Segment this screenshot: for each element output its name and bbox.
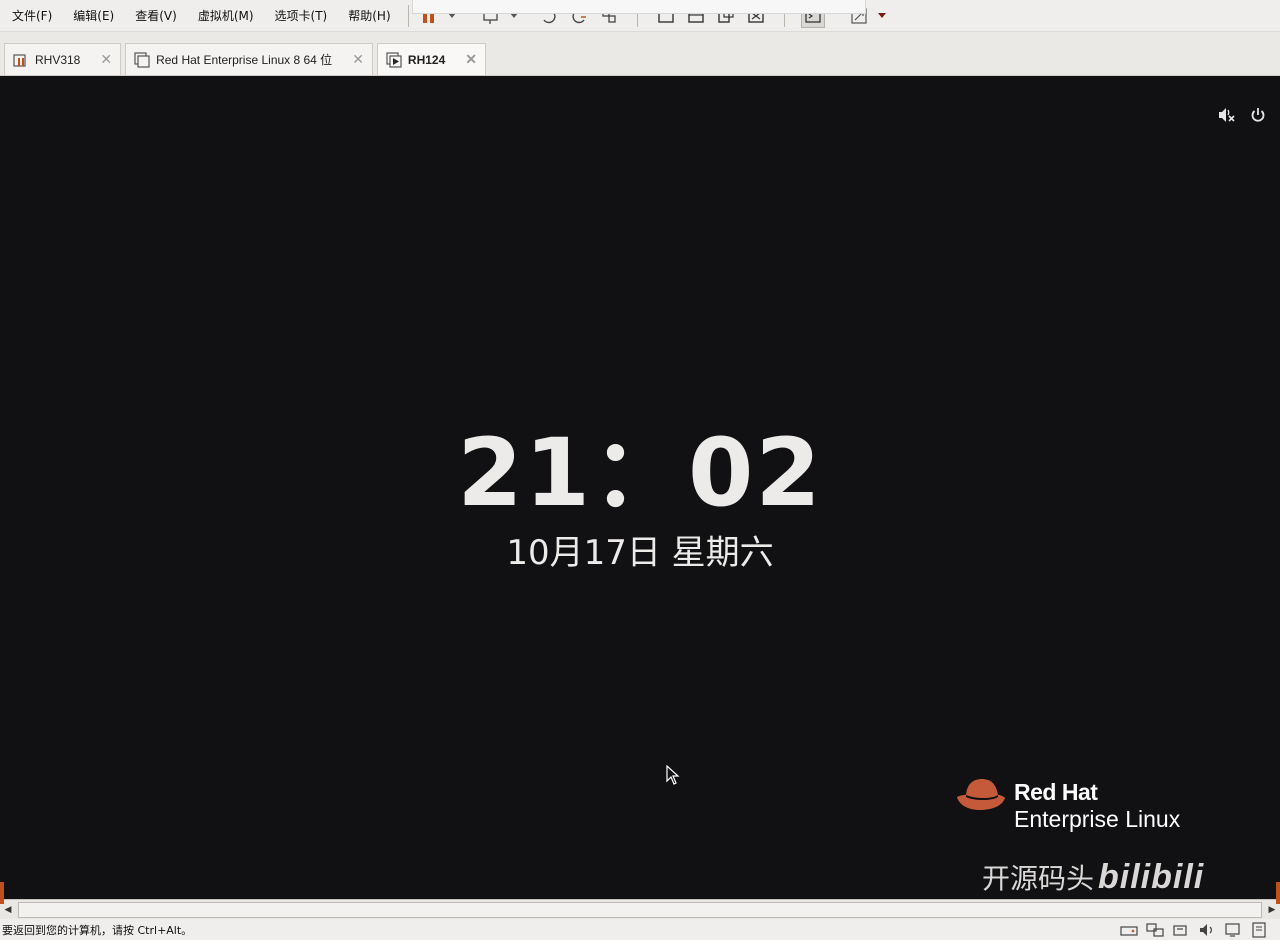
system-tray	[1218, 107, 1266, 123]
close-icon[interactable]: ✕	[352, 51, 364, 68]
tab-label: RH124	[407, 52, 446, 67]
tabbar-spacer	[0, 32, 1280, 40]
window-edge-marker	[0, 882, 4, 904]
watermark-text: 开源码头	[982, 862, 1095, 895]
vm-running-icon	[386, 51, 402, 68]
vm-paused-icon	[13, 52, 29, 68]
volume-muted-icon[interactable]	[1218, 107, 1236, 123]
menu-help[interactable]: 帮助(H)	[336, 7, 399, 24]
status-bar: 要返回到您的计算机，请按 Ctrl+Alt。	[0, 919, 1280, 940]
video-watermark: 开源码头 bilibili	[982, 857, 1204, 897]
menu-file[interactable]: 文件(F)	[0, 7, 61, 24]
guest-screen[interactable]: 21：02 10月17日 星期六 Red Hat Enterprise Linu…	[0, 77, 1280, 899]
tab-rhel8[interactable]: Red Hat Enterprise Linux 8 64 位 ✕	[125, 43, 373, 75]
toolbar-separator	[407, 4, 409, 27]
status-message: 要返回到您的计算机，请按 Ctrl+Alt。	[2, 923, 193, 937]
tab-bar: RHV318 ✕ Red Hat Enterprise Linux 8 64 位…	[0, 40, 1280, 76]
redhat-hat-icon	[956, 777, 1006, 817]
power-icon[interactable]	[1250, 107, 1266, 123]
tab-rhv318[interactable]: RHV318 ✕	[4, 43, 122, 75]
menu-vm[interactable]: 虚拟机(M)	[186, 7, 263, 24]
menu-edit[interactable]: 编辑(E)	[61, 7, 123, 24]
menu-view[interactable]: 查看(V)	[123, 7, 186, 24]
vm-off-icon	[134, 51, 150, 68]
display-icon[interactable]	[1224, 922, 1242, 938]
mouse-pointer-icon	[666, 764, 680, 789]
window-edge-marker	[1276, 882, 1280, 904]
close-icon[interactable]: ✕	[465, 51, 477, 68]
close-icon[interactable]: ✕	[100, 51, 112, 68]
toolbar-overflow-strip	[412, 0, 866, 14]
menu-tabs[interactable]: 选项卡(T)	[263, 7, 337, 24]
tab-label: RHV318	[35, 52, 81, 67]
tab-label: Red Hat Enterprise Linux 8 64 位	[156, 53, 333, 67]
network-adapter-icon[interactable]	[1146, 922, 1164, 938]
lock-screen-date: 10月17日 星期六	[506, 533, 774, 573]
sound-card-icon[interactable]	[1198, 922, 1216, 938]
lock-screen-clock: 21：02	[457, 419, 823, 528]
redhat-product-text: Enterprise Linux	[1014, 806, 1181, 832]
redhat-brand-text: Red Hat	[1014, 779, 1098, 805]
hard-disk-icon[interactable]	[1120, 922, 1138, 938]
scroll-thumb[interactable]	[18, 901, 1262, 918]
tab-rh124[interactable]: RH124 ✕	[376, 43, 487, 75]
usb-icon[interactable]	[1172, 922, 1190, 938]
horizontal-scrollbar[interactable]: ◀ ▶	[0, 899, 1280, 919]
device-icons	[1120, 921, 1280, 938]
redhat-logo: Red Hat Enterprise Linux	[956, 777, 1180, 831]
bilibili-logo: bilibili	[1098, 858, 1205, 896]
message-log-icon[interactable]	[1250, 921, 1268, 938]
chevron-down-icon[interactable]	[877, 4, 887, 28]
